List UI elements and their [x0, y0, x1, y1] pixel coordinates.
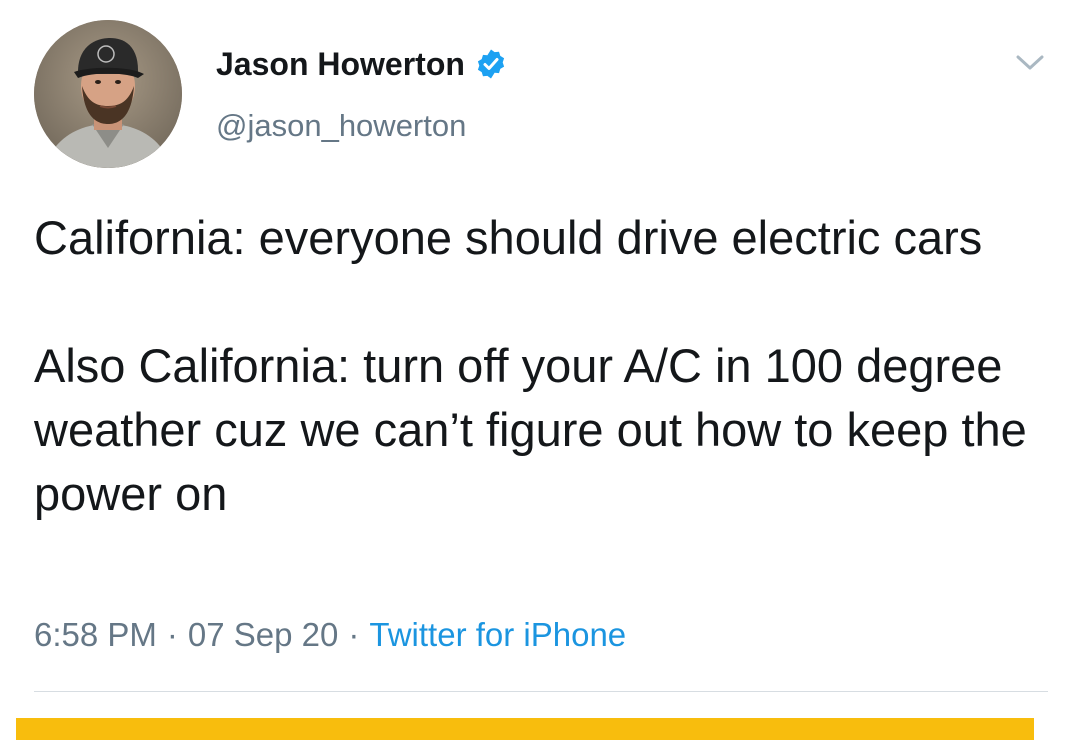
author-name-row[interactable]: Jason Howerton [216, 42, 507, 86]
tweet-metadata: 6:58 PM · 07 Sep 20 · Twitter for iPhone [34, 616, 626, 654]
display-name[interactable]: Jason Howerton [216, 46, 465, 83]
avatar-photo-icon [34, 20, 182, 168]
tweet-source-link[interactable]: Twitter for iPhone [369, 616, 626, 653]
tweet-time[interactable]: 6:58 PM [34, 616, 157, 653]
tweet-date[interactable]: 07 Sep 20 [188, 616, 338, 653]
divider [34, 691, 1048, 692]
meta-separator: · [166, 616, 178, 653]
tweet-paragraph-1: California: everyone should drive electr… [34, 211, 983, 264]
bottom-yellow-bar [16, 718, 1034, 740]
avatar[interactable] [34, 20, 182, 168]
chevron-down-icon[interactable] [1012, 48, 1048, 76]
meta-separator: · [348, 616, 360, 653]
tweet-card: Jason Howerton @jason_howerton Californi… [0, 0, 1080, 740]
tweet-text: California: everyone should drive electr… [34, 206, 1054, 526]
verified-badge-icon [475, 48, 507, 80]
tweet-paragraph-2: Also California: turn off your A/C in 10… [34, 339, 1040, 520]
username-handle[interactable]: @jason_howerton [216, 108, 466, 144]
